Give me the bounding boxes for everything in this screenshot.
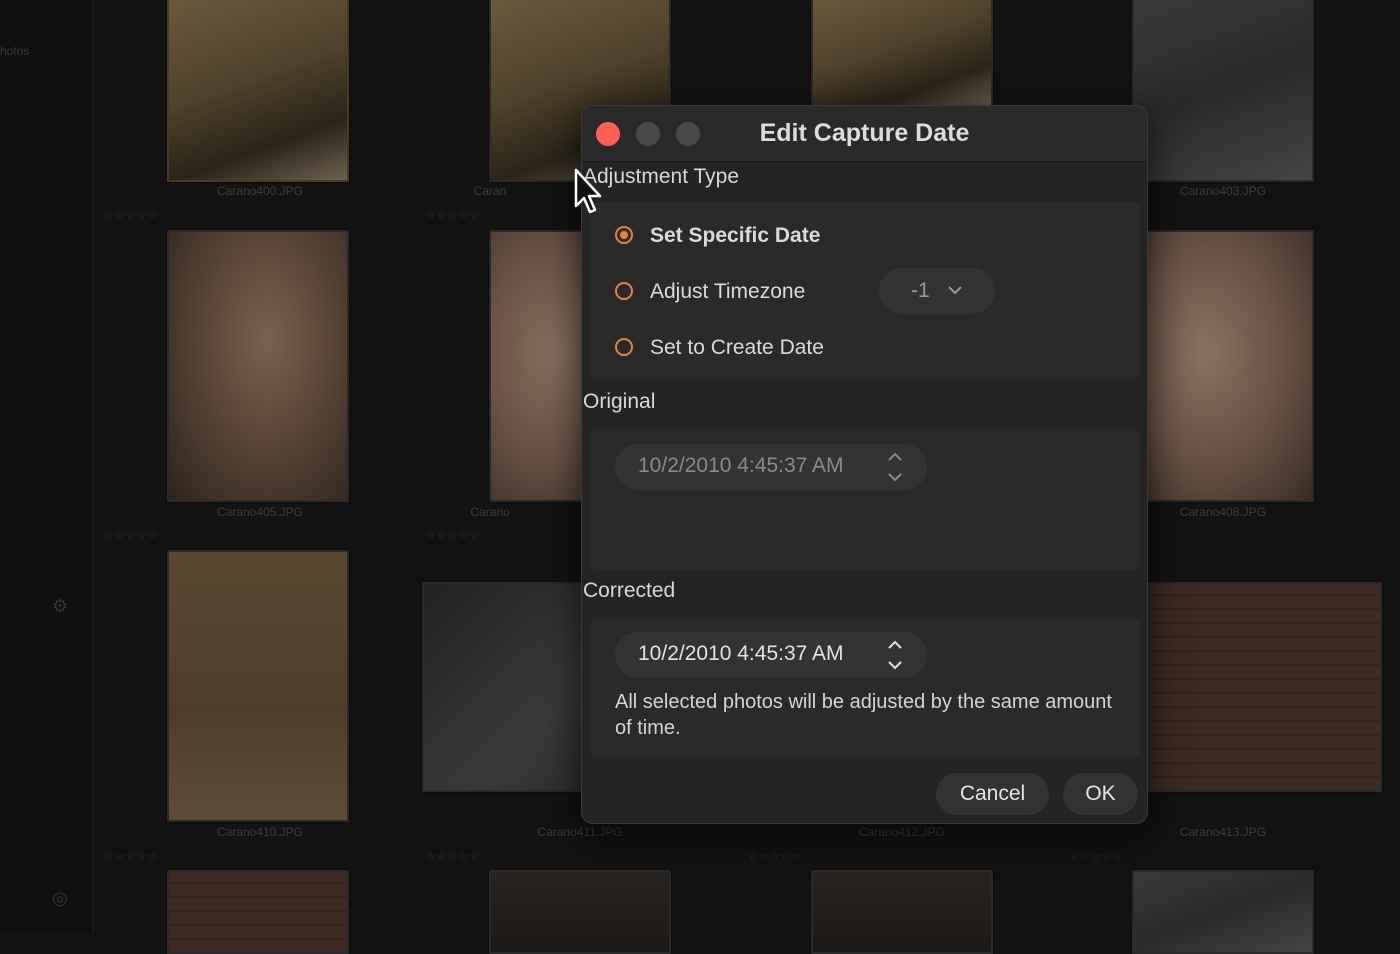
photo-filename: Carano410.JPG [216,825,304,839]
stepper-arrows-icon [888,452,902,482]
photo-filename: Carano412.JPG [858,825,946,839]
chevron-down-icon [948,286,962,295]
radio-unselected-icon[interactable] [615,338,633,356]
corrected-date-stepper[interactable]: 10/2/2010 4:45:37 AM [615,632,927,678]
corrected-label: Corrected [583,579,676,602]
dialog-title: Edit Capture Date [759,119,970,147]
star-rating[interactable]: ☆☆☆☆☆ [104,850,158,863]
timezone-select[interactable]: -1 [879,268,995,314]
stepper-arrows-icon[interactable] [887,638,903,672]
original-date-value: 10/2/2010 4:45:37 AM [638,454,844,477]
photo-thumbnail[interactable] [167,0,349,182]
sidebar-gear-icon[interactable]: ⚙ [52,596,68,617]
photo-thumbnail[interactable] [1132,0,1314,182]
photo-filename: Carano413.JPG [1179,825,1267,839]
star-rating[interactable]: ☆☆☆☆☆ [104,529,158,542]
star-rating[interactable]: ☆☆☆☆☆ [426,529,480,542]
adjustment-type-label: Adjustment Type [583,165,740,188]
photo-filename: Carano411.JPG [537,825,623,839]
star-rating[interactable]: ☆☆☆☆☆ [104,209,158,222]
photo-thumbnail[interactable] [811,0,993,110]
photo-thumbnail[interactable] [811,870,993,954]
original-panel: 10/2/2010 4:45:37 AM [590,428,1140,570]
photo-thumbnail[interactable] [167,550,349,822]
radio-unselected-icon[interactable] [615,282,633,300]
timezone-value: -1 [911,279,930,302]
photo-filename: Caran [473,184,507,198]
corrected-date-value[interactable]: 10/2/2010 4:45:37 AM [638,642,844,666]
photo-thumbnail[interactable] [1132,230,1314,502]
photo-thumbnail[interactable] [1148,582,1382,792]
photo-filename: Carano400.JPG [216,184,304,198]
photo-thumbnail[interactable] [1132,870,1314,954]
photo-filename: Carano405.JPG [216,505,304,519]
cancel-button[interactable]: Cancel [936,773,1049,815]
star-rating[interactable]: ☆☆☆☆☆ [1069,850,1123,863]
photo-thumbnail[interactable] [489,870,671,954]
star-rating[interactable]: ☆☆☆☆☆ [426,850,480,863]
radio-selected-icon[interactable] [615,226,633,244]
option-label: Set Specific Date [650,224,821,247]
option-label: Set to Create Date [650,336,824,359]
sidebar-label: hotos [0,44,30,58]
mouse-pointer-icon [574,168,602,214]
library-sidebar: hotos ⚙ ◎ [0,0,94,933]
original-date-stepper: 10/2/2010 4:45:37 AM [615,444,927,490]
sidebar-tool-icon[interactable]: ◎ [52,888,68,909]
original-label: Original [583,390,656,413]
photo-thumbnail[interactable] [167,870,349,954]
photo-filename: Carano [470,505,510,519]
option-label: Adjust Timezone [650,280,806,303]
adjustment-type-panel: Set Specific Date Adjust Timezone Set to… [590,202,1140,380]
corrected-panel: 10/2/2010 4:45:37 AM All selected photos… [590,617,1140,759]
ok-button[interactable]: OK [1063,773,1138,815]
photo-thumbnail[interactable] [167,230,349,502]
dialog-titlebar: Edit Capture Date [582,106,1147,162]
star-rating[interactable]: ☆☆☆☆☆ [426,209,480,222]
edit-capture-date-dialog: Edit Capture Date Adjustment Type Set Sp… [581,105,1148,824]
star-rating[interactable]: ☆☆☆☆☆ [748,850,802,863]
adjustment-note: All selected photos will be adjusted by … [615,691,1112,739]
